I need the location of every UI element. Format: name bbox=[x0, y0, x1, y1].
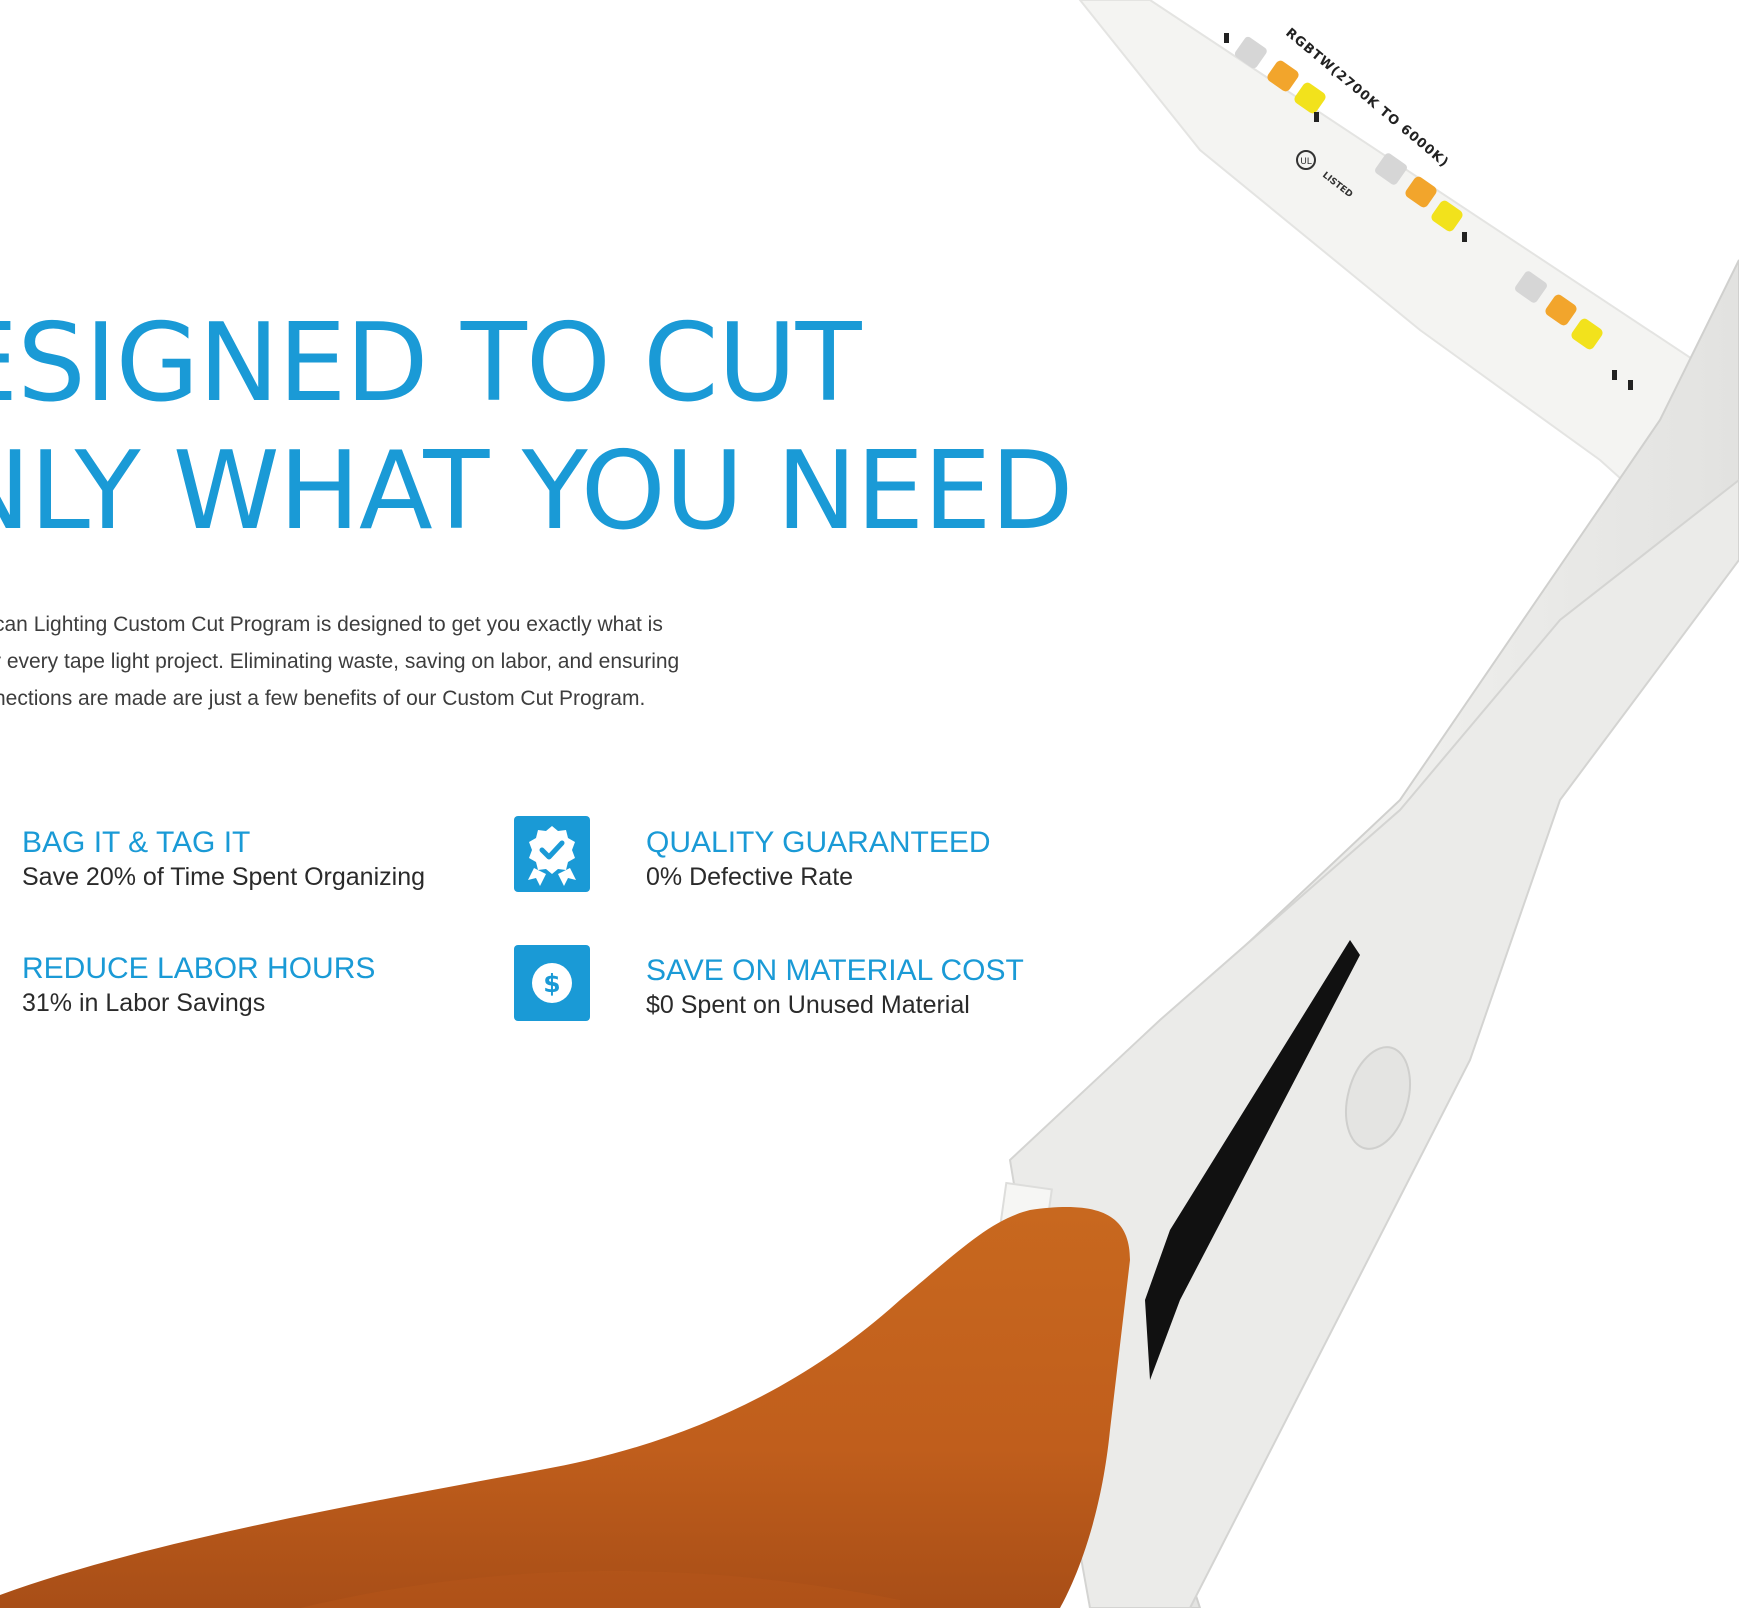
benefit-quality-guaranteed: QUALITY GUARANTEED 0% Defective Rate bbox=[646, 826, 991, 894]
award-badge-icon bbox=[514, 816, 590, 892]
benefit-title: BAG IT & TAG IT bbox=[22, 826, 251, 859]
headline-line-2: NLY WHAT YOU NEED bbox=[0, 429, 1074, 554]
scissors-tape-light-illustration: UL LISTED RGBTW(2700K TO 6000K) R B NW W bbox=[0, 0, 1739, 1608]
intro-line-1: can Lighting Custom Cut Program is desig… bbox=[0, 613, 663, 636]
intro-line-2: r every tape light project. Eliminating … bbox=[0, 650, 680, 673]
benefit-subtitle: $0 Spent on Unused Material bbox=[646, 991, 970, 1019]
svg-text:UL: UL bbox=[1300, 157, 1312, 167]
benefit-reduce-labor-hours: REDUCE LABOR HOURS 31% in Labor Savings bbox=[22, 952, 375, 1020]
benefit-subtitle: Save 20% of Time Spent Organizing bbox=[22, 863, 426, 891]
benefit-bag-it-tag-it: BAG IT & TAG IT Save 20% of Time Spent O… bbox=[22, 826, 425, 894]
dollar-glyph: $ bbox=[543, 969, 560, 998]
page-headline: ESIGNED TO CUT NLY WHAT YOU NEED bbox=[0, 300, 1074, 556]
benefit-save-material-cost: SAVE ON MATERIAL COST $0 Spent on Unused… bbox=[646, 954, 1024, 1022]
benefit-subtitle: 0% Defective Rate bbox=[646, 863, 854, 891]
intro-line-3: nections are made are just a few benefit… bbox=[0, 687, 646, 710]
benefit-subtitle: 31% in Labor Savings bbox=[22, 989, 266, 1017]
benefit-title: QUALITY GUARANTEED bbox=[646, 826, 991, 859]
intro-paragraph: can Lighting Custom Cut Program is desig… bbox=[0, 606, 754, 717]
scissor-blade-front bbox=[1008, 478, 1739, 1608]
dollar-coin-icon: $ bbox=[514, 945, 590, 1021]
headline-line-1: ESIGNED TO CUT bbox=[0, 301, 862, 426]
scissor-handle bbox=[0, 1207, 1130, 1608]
benefit-title: SAVE ON MATERIAL COST bbox=[646, 954, 1024, 987]
benefit-title: REDUCE LABOR HOURS bbox=[22, 952, 376, 985]
page: UL LISTED RGBTW(2700K TO 6000K) R B NW W bbox=[0, 0, 1739, 1608]
